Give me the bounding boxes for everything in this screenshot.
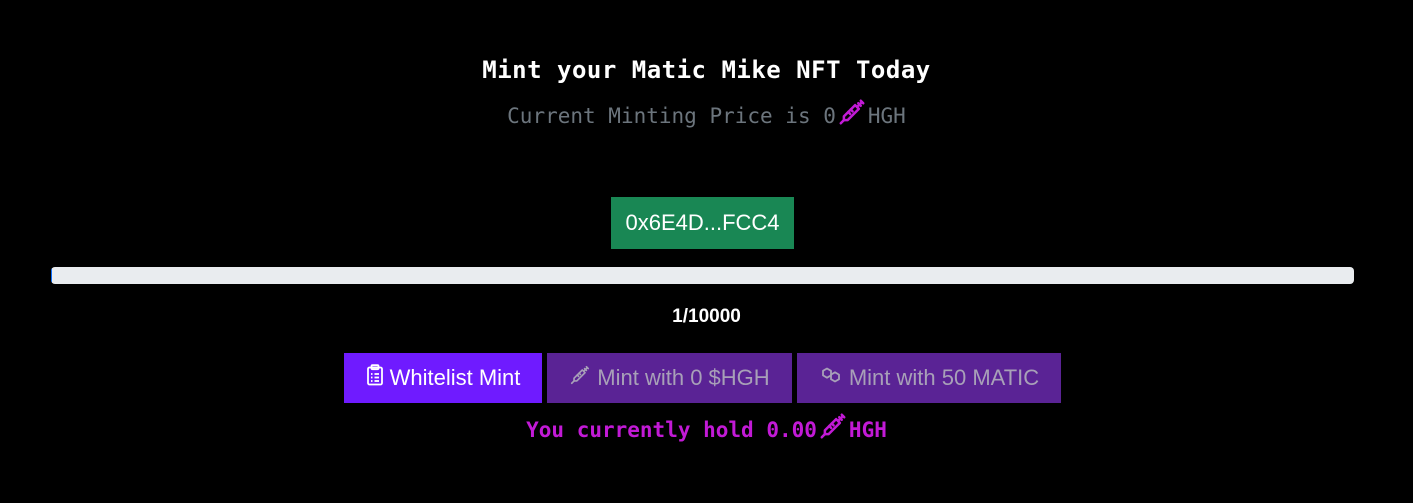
mint-with-hgh-label: Mint with 0 $HGH — [597, 365, 770, 390]
mint-with-matic-label: Mint with 50 MATIC — [848, 365, 1040, 390]
price-prefix: Current Minting Price is 0 — [507, 104, 836, 128]
clipboard-icon — [366, 364, 384, 392]
whitelist-mint-label: Whitelist Mint — [389, 365, 521, 390]
mint-actions: Whitelist Mint Mint with 0 $HGH Mint wit… — [344, 353, 1061, 403]
wallet-address-button[interactable]: 0x6E4D...FCC4 — [611, 197, 794, 249]
chain-link-icon — [819, 364, 843, 392]
whitelist-mint-button[interactable]: Whitelist Mint — [344, 353, 542, 403]
mint-progress-bar — [51, 267, 1354, 284]
page-title: Mint your Matic Mike NFT Today — [482, 56, 931, 84]
price-suffix: HGH — [867, 104, 906, 128]
syringe-icon — [818, 411, 848, 441]
mint-with-matic-button[interactable]: Mint with 50 MATIC — [797, 353, 1061, 403]
balance-prefix: You currently hold 0.00 — [526, 418, 817, 442]
hgh-balance: You currently hold 0.00 HGH — [0, 411, 1413, 446]
syringe-icon — [569, 364, 591, 392]
minting-price: Current Minting Price is 0 HGH — [0, 97, 1413, 132]
mint-with-hgh-button[interactable]: Mint with 0 $HGH — [547, 353, 792, 403]
mint-count: 1/10000 — [672, 306, 741, 327]
balance-suffix: HGH — [848, 418, 887, 442]
syringe-icon — [837, 97, 867, 127]
